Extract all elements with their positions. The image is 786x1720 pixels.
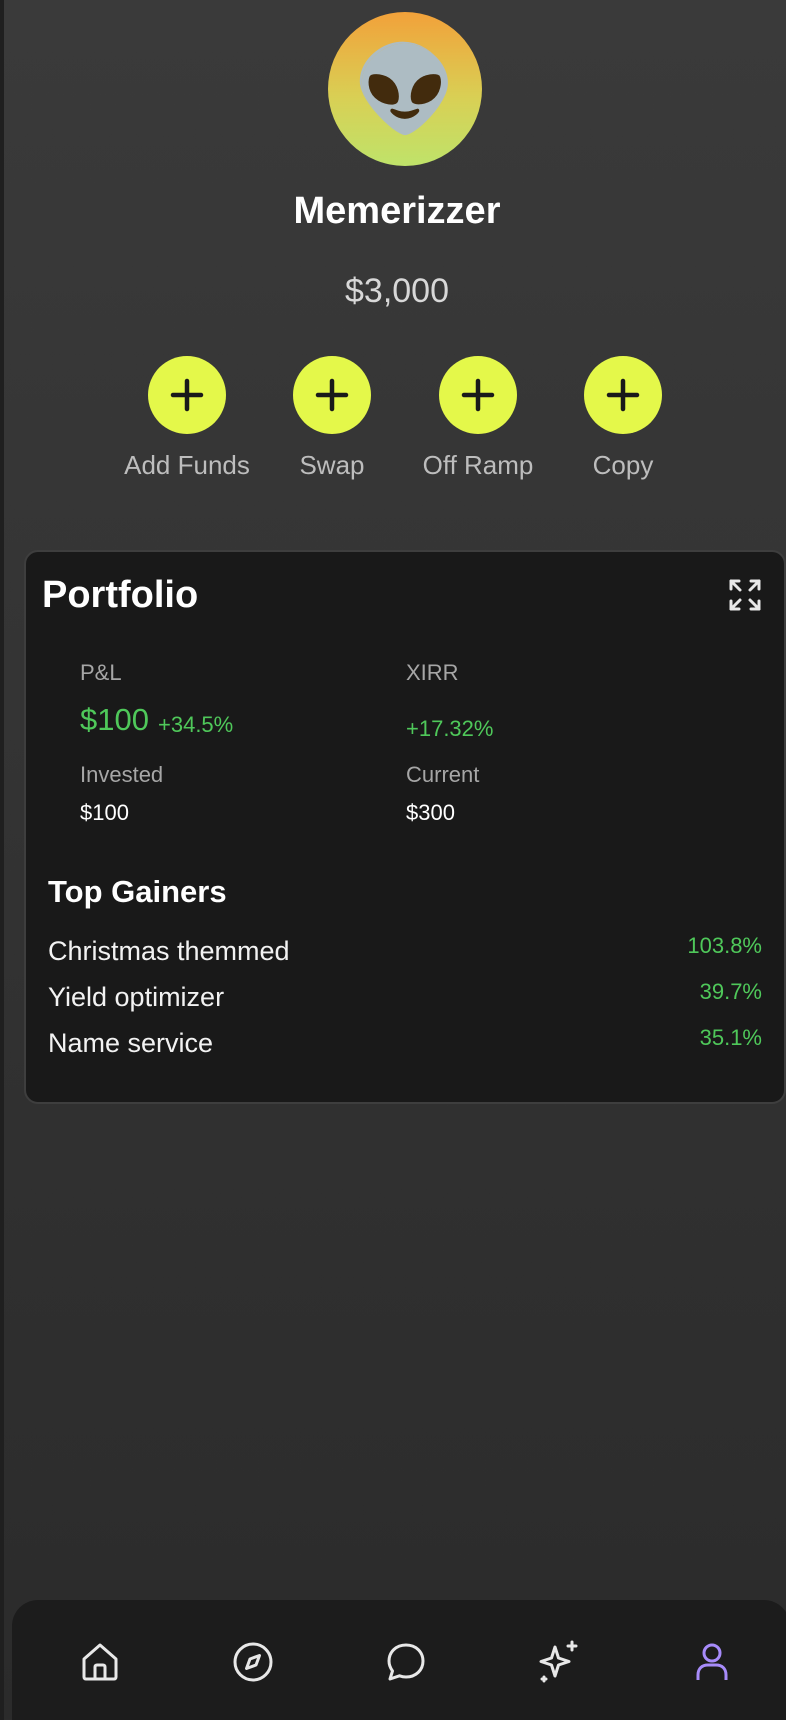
- nav-chat[interactable]: [382, 1638, 430, 1686]
- portfolio-card: Portfolio P&L $100 +34.5% XIRR +17.32% I…: [24, 550, 786, 1104]
- compass-icon: [233, 1642, 273, 1682]
- gainer-change: 103.8%: [687, 933, 762, 958]
- current-value: $300: [406, 800, 455, 825]
- copy-label: Copy: [592, 450, 654, 480]
- pnl-label: P&L: [80, 660, 122, 685]
- xirr-label: XIRR: [406, 660, 459, 685]
- gainer-change: 39.7%: [699, 979, 762, 1004]
- gainer-change: 35.1%: [699, 1025, 762, 1050]
- home-icon: [82, 1643, 118, 1681]
- gainer-name: Yield optimizer: [48, 982, 225, 1012]
- add-funds-label: Add Funds: [124, 450, 250, 480]
- off-ramp-label: Off Ramp: [422, 450, 534, 480]
- swap-button[interactable]: Swap: [257, 356, 407, 481]
- alien-emoji-icon: 👽: [352, 40, 458, 138]
- wallet-balance: $3,000: [345, 272, 449, 310]
- plus-icon: [148, 356, 226, 434]
- profile-icon: [696, 1643, 728, 1680]
- invested-value: $100: [80, 800, 129, 825]
- sparkles-icon: [539, 1640, 578, 1683]
- list-item[interactable]: Yield optimizer 39.7%: [48, 979, 762, 1028]
- profile-screen: 👽 Memerizzer $3,000 Add Funds Swap Off R…: [0, 0, 786, 1720]
- top-gainers-title: Top Gainers: [48, 874, 227, 909]
- expand-icon[interactable]: [728, 578, 762, 612]
- add-funds-button[interactable]: Add Funds: [112, 356, 262, 481]
- pnl-value: $100: [80, 702, 149, 737]
- quick-actions: Add Funds Swap Off Ramp Copy: [4, 356, 786, 486]
- nav-explore[interactable]: [229, 1638, 277, 1686]
- portfolio-title: Portfolio: [42, 574, 199, 616]
- copy-button[interactable]: Copy: [548, 356, 698, 481]
- nav-home[interactable]: [76, 1638, 124, 1686]
- pnl-percent: +34.5%: [158, 712, 234, 737]
- avatar: 👽: [328, 12, 482, 166]
- swap-label: Swap: [299, 450, 365, 480]
- bottom-navigation: [12, 1600, 786, 1720]
- plus-icon: [439, 356, 517, 434]
- plus-icon: [584, 356, 662, 434]
- plus-icon: [293, 356, 371, 434]
- username: Memerizzer: [293, 190, 501, 232]
- xirr-value: +17.32%: [406, 716, 494, 741]
- chat-icon: [387, 1643, 425, 1681]
- off-ramp-button[interactable]: Off Ramp: [403, 356, 553, 481]
- list-item[interactable]: Name service 35.1%: [48, 1025, 762, 1074]
- gainer-name: Christmas themmed: [48, 936, 290, 966]
- gainer-name: Name service: [48, 1028, 214, 1058]
- current-label: Current: [406, 762, 480, 787]
- list-item[interactable]: Christmas themmed 103.8%: [48, 933, 762, 982]
- invested-label: Invested: [80, 762, 164, 787]
- top-gainers-list: Christmas themmed 103.8% Yield optimizer…: [48, 933, 762, 1074]
- nav-ai[interactable]: [535, 1638, 583, 1686]
- nav-profile[interactable]: [688, 1638, 736, 1686]
